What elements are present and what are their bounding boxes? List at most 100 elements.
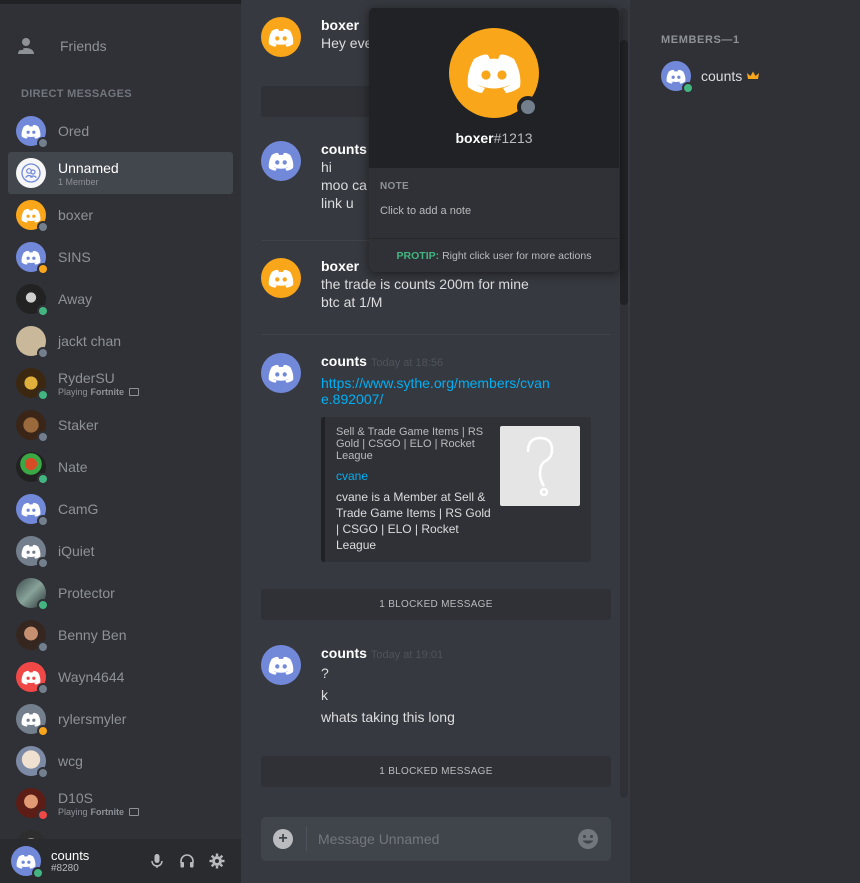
dm-item[interactable]: CamG: [8, 488, 233, 530]
status-indicator-idle: [37, 725, 49, 737]
settings-gear-icon[interactable]: [209, 853, 225, 869]
dm-name: Protector: [58, 585, 115, 601]
dm-meta: Staker: [58, 417, 98, 433]
dm-meta: iQuiet: [58, 543, 95, 559]
direct-messages-heading: DIRECT MESSAGES: [21, 88, 132, 100]
dm-name: Away: [58, 291, 92, 307]
status-indicator-offline: [37, 431, 49, 443]
composer-separator: [306, 827, 307, 851]
dm-list: Ored Unnamed 1 Member boxer SINS Away jackt ch…: [8, 110, 233, 866]
dm-item[interactable]: Nate: [8, 446, 233, 488]
status-indicator-offline: [37, 767, 49, 779]
dm-item[interactable]: iQuiet: [8, 530, 233, 572]
dm-avatar: [16, 242, 49, 275]
dm-avatar: [16, 704, 49, 737]
dm-avatar: [16, 284, 49, 317]
status-indicator-offline: [37, 557, 49, 569]
note-input[interactable]: Click to add a note: [380, 205, 471, 217]
dm-name: D10S: [58, 789, 94, 806]
microphone-icon[interactable]: [149, 853, 165, 869]
rich-presence-icon: [129, 387, 140, 396]
embed-description: cvane is a Member at Sell & Trade Game I…: [336, 490, 491, 552]
user-avatar[interactable]: [11, 846, 44, 879]
headphones-icon[interactable]: [179, 853, 195, 869]
dm-sidebar: Friends DIRECT MESSAGES Ored Unnamed 1 Mem…: [0, 0, 241, 883]
dm-subtext: Playing Fortnite: [58, 807, 140, 817]
user-status-online: [32, 867, 44, 879]
dm-name: Wayn4644: [58, 669, 125, 685]
dm-meta: boxer: [58, 207, 93, 223]
chat-scrollbar-thumb[interactable]: [620, 40, 628, 305]
popout-status-offline: [517, 96, 539, 118]
message-avatar-boxer[interactable]: [261, 17, 301, 57]
dm-item[interactable]: Away: [8, 278, 233, 320]
dm-item[interactable]: boxer: [8, 194, 233, 236]
member-status-online: [682, 82, 694, 94]
dm-avatar: [16, 746, 49, 779]
status-indicator-offline: [37, 683, 49, 695]
message-author[interactable]: counts Today at 18:56: [321, 353, 611, 369]
dm-name: CamG: [58, 501, 99, 517]
plus-icon[interactable]: +: [273, 829, 293, 849]
member-item-counts[interactable]: counts: [661, 61, 760, 94]
crown-icon: [747, 71, 760, 79]
user-profile-popout: boxer#1213 NOTE Click to add a note PROT…: [369, 8, 619, 272]
popout-username[interactable]: boxer#1213: [369, 130, 619, 146]
blocked-message-bar[interactable]: 1 BLOCKED MESSAGE: [261, 589, 611, 620]
note-label: NOTE: [380, 181, 409, 192]
dm-item[interactable]: Benny Ben: [8, 614, 233, 656]
dm-item[interactable]: Ored: [8, 110, 233, 152]
dm-item[interactable]: Staker: [8, 404, 233, 446]
dm-name: Unnamed: [58, 159, 119, 176]
friends-nav-item[interactable]: Friends: [16, 32, 107, 60]
dm-meta: Ored: [58, 123, 89, 139]
discord-logo-icon: [21, 712, 41, 727]
message-input[interactable]: [318, 828, 558, 850]
question-mark-icon: [526, 436, 554, 497]
blocked-message-bar[interactable]: 1 BLOCKED MESSAGE: [261, 756, 611, 787]
message-avatar-counts[interactable]: [261, 353, 301, 393]
message-avatar-counts[interactable]: [261, 645, 301, 685]
dm-avatar: [16, 662, 49, 695]
dm-meta: D10S Playing Fortnite: [58, 789, 140, 817]
status-indicator-dnd: [37, 809, 49, 821]
dm-name: boxer: [58, 207, 94, 223]
message-link[interactable]: https://www.sythe.org/members/cvane.8920…: [321, 375, 561, 407]
member-avatar: [661, 61, 694, 94]
message-text: the trade is counts 200m for mine: [321, 276, 529, 292]
dm-item[interactable]: Unnamed 1 Member: [8, 152, 233, 194]
dm-avatar: [16, 494, 49, 527]
dm-name: SINS: [58, 249, 91, 265]
friends-label: Friends: [60, 38, 107, 54]
dm-name: iQuiet: [58, 543, 95, 559]
status-indicator-offline: [37, 221, 49, 233]
popout-avatar[interactable]: [449, 28, 539, 118]
embed-title[interactable]: cvane: [336, 469, 368, 483]
message-text: ?: [321, 665, 329, 681]
dm-item[interactable]: Protector: [8, 572, 233, 614]
message-author[interactable]: counts Today at 19:01: [321, 645, 611, 661]
dm-avatar: [16, 452, 49, 485]
dm-item[interactable]: jackt chan: [8, 320, 233, 362]
dm-item[interactable]: SINS: [8, 236, 233, 278]
status-indicator-online: [37, 599, 49, 611]
discord-logo-icon: [467, 54, 521, 93]
embed-provider: Sell & Trade Game Items | RS Gold | CSGO…: [336, 426, 484, 462]
dm-item[interactable]: D10S Playing Fortnite: [8, 782, 233, 824]
dm-item[interactable]: RyderSU Playing Fortnite: [8, 362, 233, 404]
message-avatar-boxer[interactable]: [261, 258, 301, 298]
dm-subtext: Playing Fortnite: [58, 387, 140, 397]
dm-item[interactable]: rylersmyler: [8, 698, 233, 740]
dm-item[interactable]: wcg: [8, 740, 233, 782]
protip: PROTIP: Right click user for more action…: [396, 250, 592, 262]
message-divider: [261, 334, 611, 335]
message-avatar-counts[interactable]: [261, 141, 301, 181]
embed-thumbnail[interactable]: [500, 426, 580, 506]
discord-window: Friends DIRECT MESSAGES Ored Unnamed 1 Mem…: [0, 0, 860, 883]
emoji-icon[interactable]: [577, 828, 599, 850]
dm-name: Staker: [58, 417, 99, 433]
dm-avatar: [16, 158, 46, 188]
discord-logo-icon: [268, 28, 294, 47]
dm-item[interactable]: Wayn4644: [8, 656, 233, 698]
dm-name: rylersmyler: [58, 711, 127, 727]
